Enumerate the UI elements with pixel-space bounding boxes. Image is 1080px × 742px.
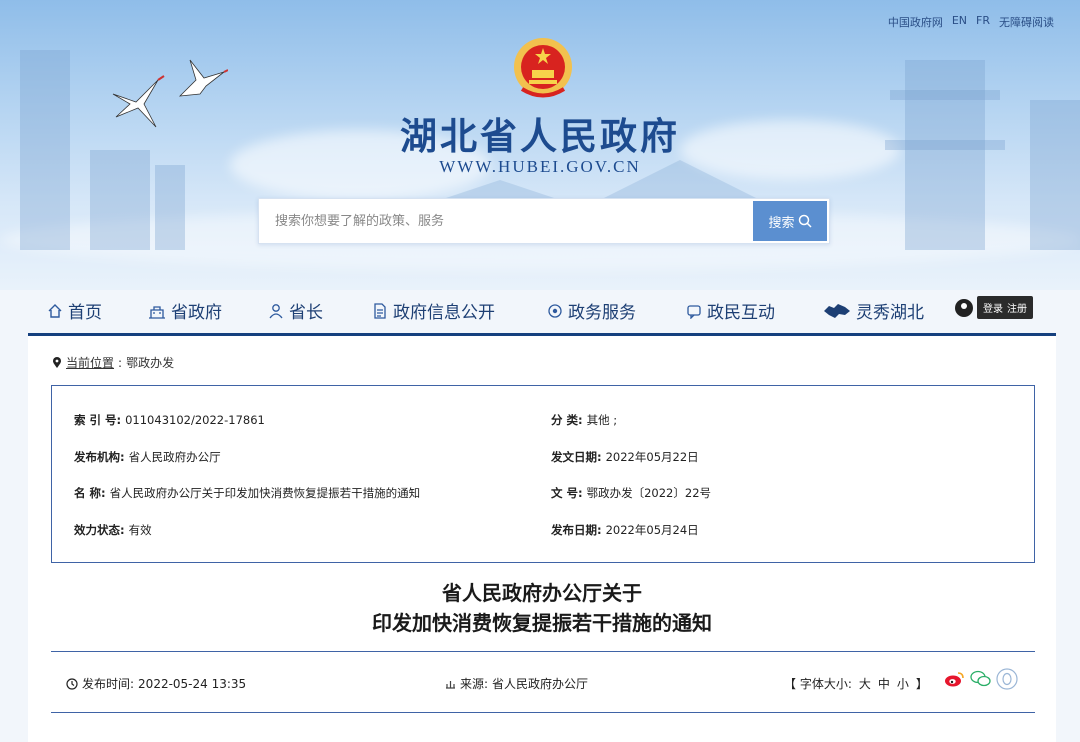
chat-icon xyxy=(687,304,701,319)
font-size-large[interactable]: 大 xyxy=(859,675,871,692)
main-nav: 首页 省政府 省长 政府信息公开 政务服务 政民互动 灵秀湖北 登录 注册 xyxy=(0,290,1080,332)
info-category: 分 类: 其他 ; xyxy=(551,412,617,428)
nav-item-provincial-gov[interactable]: 省政府 xyxy=(148,298,222,323)
nav-label: 省政府 xyxy=(171,303,222,323)
top-links: 中国政府网 EN FR 无障碍阅读 xyxy=(888,14,1054,30)
info-value: 省人民政府办公厅关于印发加快消费恢复提振若干措施的通知 xyxy=(109,486,421,500)
info-label: 发文日期: xyxy=(551,450,602,464)
search-icon xyxy=(798,214,812,228)
info-value: 其他 ; xyxy=(586,413,618,427)
nav-item-interaction[interactable]: 政民互动 xyxy=(686,298,775,323)
site-url: WWW.HUBEI.GOV.CN xyxy=(439,157,641,176)
info-issue-date: 发文日期: 2022年05月22日 xyxy=(551,449,699,465)
service-icon xyxy=(548,303,562,318)
divider xyxy=(51,651,1035,652)
weibo-icon[interactable] xyxy=(944,668,966,690)
nav-label: 政务服务 xyxy=(568,303,636,323)
qq-icon[interactable] xyxy=(996,668,1018,690)
search-input[interactable] xyxy=(259,199,755,243)
info-value: 2022年05月24日 xyxy=(605,523,699,537)
info-label: 分 类: xyxy=(551,413,583,427)
info-label: 效力状态: xyxy=(74,523,125,537)
document-info-box: 索 引 号: 011043102/2022-17861 分 类: 其他 ; 发布机构… xyxy=(51,385,1035,563)
top-link-en[interactable]: EN xyxy=(952,14,967,30)
nav-label: 政府信息公开 xyxy=(393,303,495,323)
info-value: 鄂政办发〔2022〕22号 xyxy=(586,486,712,500)
publish-time: 发布时间: 2022-05-24 13:35 xyxy=(66,675,246,692)
search-button-label: 搜索 xyxy=(768,215,795,231)
search-bar: 搜索 xyxy=(258,198,830,244)
search-button[interactable]: 搜索 xyxy=(753,201,827,241)
font-size-close: 】 xyxy=(915,677,928,691)
nav-label: 省长 xyxy=(289,303,323,323)
font-size-medium[interactable]: 中 xyxy=(878,675,890,692)
font-size-small[interactable]: 小 xyxy=(897,675,909,692)
breadcrumb: 当前位置: 鄂政办发 xyxy=(52,354,174,371)
document-title: 省人民政府办公厅关于 印发加快消费恢复提振若干措施的通知 xyxy=(28,578,1056,638)
person-icon xyxy=(269,303,283,318)
nav-label: 灵秀湖北 xyxy=(856,303,924,323)
info-doc-number: 文 号: 鄂政办发〔2022〕22号 xyxy=(551,485,711,501)
source-label: 来源: xyxy=(460,677,489,691)
user-icon xyxy=(955,298,973,317)
article-panel: 当前位置: 鄂政办发 索 引 号: 011043102/2022-17861 分 … xyxy=(28,333,1056,742)
info-status: 效力状态: 有效 xyxy=(74,522,152,538)
top-link-fr[interactable]: FR xyxy=(976,14,990,30)
info-publish-date: 发布日期: 2022年05月24日 xyxy=(551,522,699,538)
font-size-label: 【 字体大小: xyxy=(784,677,852,691)
building-icon xyxy=(149,305,165,319)
source-value: 省人民政府办公厅 xyxy=(492,677,589,691)
info-label: 发布机构: xyxy=(74,450,125,464)
info-label: 文 号: xyxy=(551,486,583,500)
font-size-control: 【 字体大小: 大 中 小 】 xyxy=(784,675,928,692)
top-link-accessibility[interactable]: 无障碍阅读 xyxy=(999,14,1054,30)
info-value: 011043102/2022-17861 xyxy=(125,413,265,427)
divider xyxy=(51,712,1035,713)
publish-time-label: 发布时间: xyxy=(82,677,135,691)
info-publisher: 发布机构: 省人民政府办公厅 xyxy=(74,449,221,465)
header-banner: 中国政府网 EN FR 无障碍阅读 湖北省人民政府 WWW.HUBEI.GOV.… xyxy=(0,0,1080,290)
info-label: 名 称: xyxy=(74,486,106,500)
info-label: 索 引 号: xyxy=(74,413,122,427)
source: 来源: 省人民政府办公厅 xyxy=(445,675,588,692)
breadcrumb-prefix: 当前位置 xyxy=(66,356,115,370)
nav-item-info-disclosure[interactable]: 政府信息公开 xyxy=(372,298,495,323)
breadcrumb-current[interactable]: 鄂政办发 xyxy=(126,354,174,371)
nav-label: 首页 xyxy=(68,303,102,323)
info-name: 名 称: 省人民政府办公厅关于印发加快消费恢复提振若干措施的通知 xyxy=(74,485,420,501)
login-area: 登录 注册 xyxy=(955,296,1033,319)
wechat-icon[interactable] xyxy=(970,668,992,690)
pagoda-decoration xyxy=(890,90,1000,100)
document-title-line: 省人民政府办公厅关于 xyxy=(442,581,642,605)
info-index: 索 引 号: 011043102/2022-17861 xyxy=(74,412,265,428)
clock-icon xyxy=(66,677,78,690)
info-value: 有效 xyxy=(128,523,152,537)
document-icon xyxy=(374,302,386,319)
nav-item-home[interactable]: 首页 xyxy=(47,298,102,323)
site-title: 湖北省人民政府 xyxy=(400,114,680,158)
nav-label: 政民互动 xyxy=(707,303,775,323)
home-icon xyxy=(48,303,62,318)
register-link[interactable]: 注册 xyxy=(1007,300,1027,315)
document-title-line: 印发加快消费恢复提振若干措施的通知 xyxy=(372,611,712,635)
nav-item-gov-services[interactable]: 政务服务 xyxy=(547,298,636,323)
hubei-map-icon xyxy=(824,303,850,318)
crane-icon xyxy=(178,59,228,97)
building-decoration xyxy=(155,165,185,250)
info-label: 发布日期: xyxy=(551,523,602,537)
publish-time-value: 2022-05-24 13:35 xyxy=(138,676,247,691)
national-emblem-icon xyxy=(514,38,572,98)
info-value: 省人民政府办公厅 xyxy=(128,450,221,464)
nav-item-lingxiu-hubei[interactable]: 灵秀湖北 xyxy=(823,298,924,323)
top-link-gov[interactable]: 中国政府网 xyxy=(888,14,943,30)
info-value: 2022年05月22日 xyxy=(605,450,699,464)
source-icon xyxy=(446,681,455,689)
nav-item-governor[interactable]: 省长 xyxy=(268,298,323,323)
share-bar xyxy=(944,668,1018,690)
login-register-button[interactable]: 登录 注册 xyxy=(977,296,1033,319)
location-pin-icon xyxy=(53,356,61,368)
login-link[interactable]: 登录 xyxy=(983,300,1003,315)
